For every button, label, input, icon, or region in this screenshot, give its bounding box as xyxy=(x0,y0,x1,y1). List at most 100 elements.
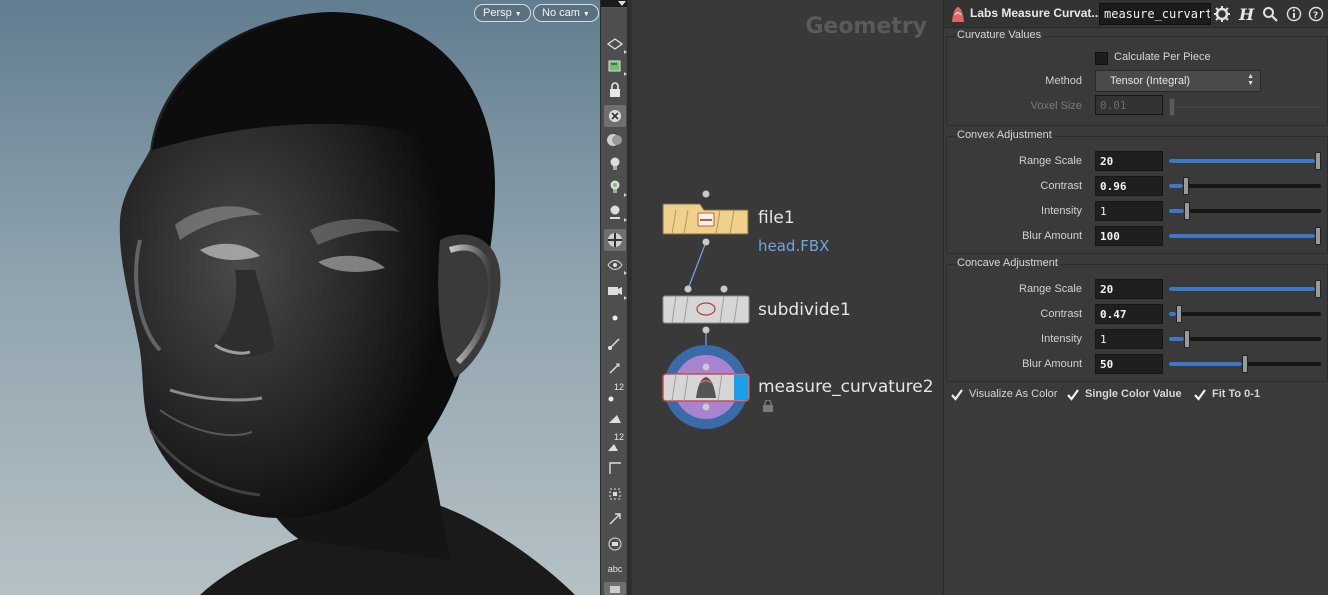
concave-blur-amount-field[interactable]: 50 xyxy=(1095,354,1163,374)
slider-handle[interactable] xyxy=(1315,280,1321,298)
voxel-size-field: 0.01 xyxy=(1095,95,1163,115)
dropdown-updown-icon: ▲ ▼ xyxy=(1247,73,1254,87)
template-icon[interactable] xyxy=(604,533,626,555)
measure-curvature-type-icon xyxy=(952,7,964,22)
visualize-as-color-check-icon[interactable] xyxy=(950,388,964,402)
convex-blur-amount-field[interactable]: 100 xyxy=(1095,226,1163,246)
visualizer-icon[interactable] xyxy=(604,254,627,276)
houdini-help-icon[interactable]: H xyxy=(1236,4,1256,24)
edge-icon[interactable] xyxy=(604,457,626,479)
convex-range-scale-slider[interactable] xyxy=(1169,152,1321,170)
convex-range-scale-label: Range Scale xyxy=(1019,155,1082,167)
concave-blur-amount-label: Blur Amount xyxy=(1022,358,1082,370)
slider-handle[interactable] xyxy=(1315,152,1321,170)
text-display-icon[interactable]: abc xyxy=(604,558,626,580)
info-icon[interactable] xyxy=(1284,4,1304,24)
node-name-field[interactable]: measure_curvart xyxy=(1099,3,1211,25)
lock-icon[interactable] xyxy=(762,400,774,412)
node-type-label: Labs Measure Curvat... xyxy=(970,6,1102,20)
fit-to-0-1-check-icon[interactable] xyxy=(1193,388,1207,402)
normal-display-icon[interactable] xyxy=(604,332,626,354)
subdivide-node-icon xyxy=(662,285,750,334)
slider-handle[interactable] xyxy=(1242,355,1248,373)
convex-contrast-field[interactable]: 0.96 xyxy=(1095,176,1163,196)
concave-range-scale-field[interactable]: 20 xyxy=(1095,279,1163,299)
network-editor[interactable]: Geometry file1 head.FBX subdivide1 measu… xyxy=(632,0,943,595)
parameter-header: Labs Measure Curvat... measure_curvart H… xyxy=(944,0,1328,28)
concave-contrast-slider[interactable] xyxy=(1169,305,1321,323)
node-measure-curvature2[interactable] xyxy=(658,343,754,431)
point-numbers-icon[interactable]: 12 xyxy=(604,382,626,404)
display-options-icon[interactable] xyxy=(604,33,627,55)
slider-fill xyxy=(1169,184,1183,188)
slider-fill xyxy=(1169,159,1315,163)
voxel-size-label: Voxel Size xyxy=(1030,100,1082,112)
concave-intensity-label: Intensity xyxy=(1041,333,1082,345)
camera-options-icon[interactable] xyxy=(604,279,627,301)
shelf-icon[interactable] xyxy=(604,582,626,595)
slider-handle xyxy=(1169,98,1175,116)
concave-blur-amount-slider[interactable] xyxy=(1169,355,1321,373)
svg-text:H: H xyxy=(1238,5,1255,23)
camera-menu[interactable]: No cam ▼ xyxy=(533,4,599,22)
persp-view-menu[interactable]: Persp ▼ xyxy=(474,4,531,22)
convex-intensity-field[interactable]: 1 xyxy=(1095,201,1163,221)
node-file1[interactable] xyxy=(662,190,750,246)
method-dropdown[interactable]: Tensor (Integral) ▲ ▼ xyxy=(1095,70,1261,92)
slider-handle[interactable] xyxy=(1184,330,1190,348)
ghost-icon[interactable] xyxy=(604,105,626,127)
dropdown-caret-icon: ▼ xyxy=(582,11,590,18)
light-link-icon[interactable] xyxy=(604,176,627,198)
render-icon[interactable] xyxy=(604,229,626,251)
node-name-subdivide1[interactable]: subdivide1 xyxy=(758,300,851,320)
scene-viewport[interactable]: Persp ▼ No cam ▼ xyxy=(0,0,600,595)
lights-icon[interactable] xyxy=(604,153,626,175)
toolbar-menu-arrow-icon[interactable] xyxy=(617,0,627,8)
concave-contrast-label: Contrast xyxy=(1040,308,1082,320)
slider-fill xyxy=(1169,362,1242,366)
help-icon[interactable]: ? xyxy=(1306,4,1326,24)
handle-icon[interactable] xyxy=(604,508,626,530)
background-icon[interactable] xyxy=(604,129,626,151)
concave-range-scale-slider[interactable] xyxy=(1169,280,1321,298)
folder-title: Concave Adjustment xyxy=(955,257,1060,269)
convex-blur-amount-slider[interactable] xyxy=(1169,227,1321,245)
single-color-value-check-icon[interactable] xyxy=(1066,388,1080,402)
convex-range-scale-field[interactable]: 20 xyxy=(1095,151,1163,171)
display-toolbar: 12 12 abc xyxy=(600,0,628,595)
slider-handle[interactable] xyxy=(1176,305,1182,323)
calculate-per-piece-checkbox[interactable] xyxy=(1095,52,1108,65)
light-icon[interactable] xyxy=(604,201,627,223)
slider-fill xyxy=(1169,234,1315,238)
convex-intensity-label: Intensity xyxy=(1041,205,1082,217)
lock-icon[interactable] xyxy=(604,79,626,101)
slider-handle[interactable] xyxy=(1184,202,1190,220)
convex-contrast-label: Contrast xyxy=(1040,180,1082,192)
calculate-per-piece-label: Calculate Per Piece xyxy=(1114,51,1211,63)
convex-contrast-slider[interactable] xyxy=(1169,177,1321,195)
convex-blur-amount-label: Blur Amount xyxy=(1022,230,1082,242)
slider-handle[interactable] xyxy=(1183,177,1189,195)
primitive-numbers-icon[interactable]: 12 xyxy=(604,432,626,454)
slider-fill xyxy=(1169,337,1184,341)
shading-icon[interactable] xyxy=(604,55,627,77)
head-model xyxy=(119,12,575,595)
point-display-icon[interactable] xyxy=(604,307,626,329)
concave-range-scale-label: Range Scale xyxy=(1019,283,1082,295)
point-numbers-label: 12 xyxy=(613,382,624,392)
primitive-normals-icon[interactable] xyxy=(604,407,626,429)
node-subdivide1[interactable] xyxy=(662,285,750,335)
snap-icon[interactable] xyxy=(604,483,626,505)
search-icon[interactable] xyxy=(1260,4,1280,24)
visualize-as-color-label: Visualize As Color xyxy=(969,388,1058,400)
vector-display-icon[interactable] xyxy=(604,357,626,379)
gear-icon[interactable] xyxy=(1212,4,1232,24)
concave-intensity-slider[interactable] xyxy=(1169,330,1321,348)
concave-intensity-field[interactable]: 1 xyxy=(1095,329,1163,349)
node-name-measure-curvature2[interactable]: measure_curvature2 xyxy=(758,377,934,397)
slider-handle[interactable] xyxy=(1315,227,1321,245)
node-subtitle-file1: head.FBX xyxy=(758,237,830,255)
convex-intensity-slider[interactable] xyxy=(1169,202,1321,220)
node-name-file1[interactable]: file1 xyxy=(758,208,795,228)
concave-contrast-field[interactable]: 0.47 xyxy=(1095,304,1163,324)
